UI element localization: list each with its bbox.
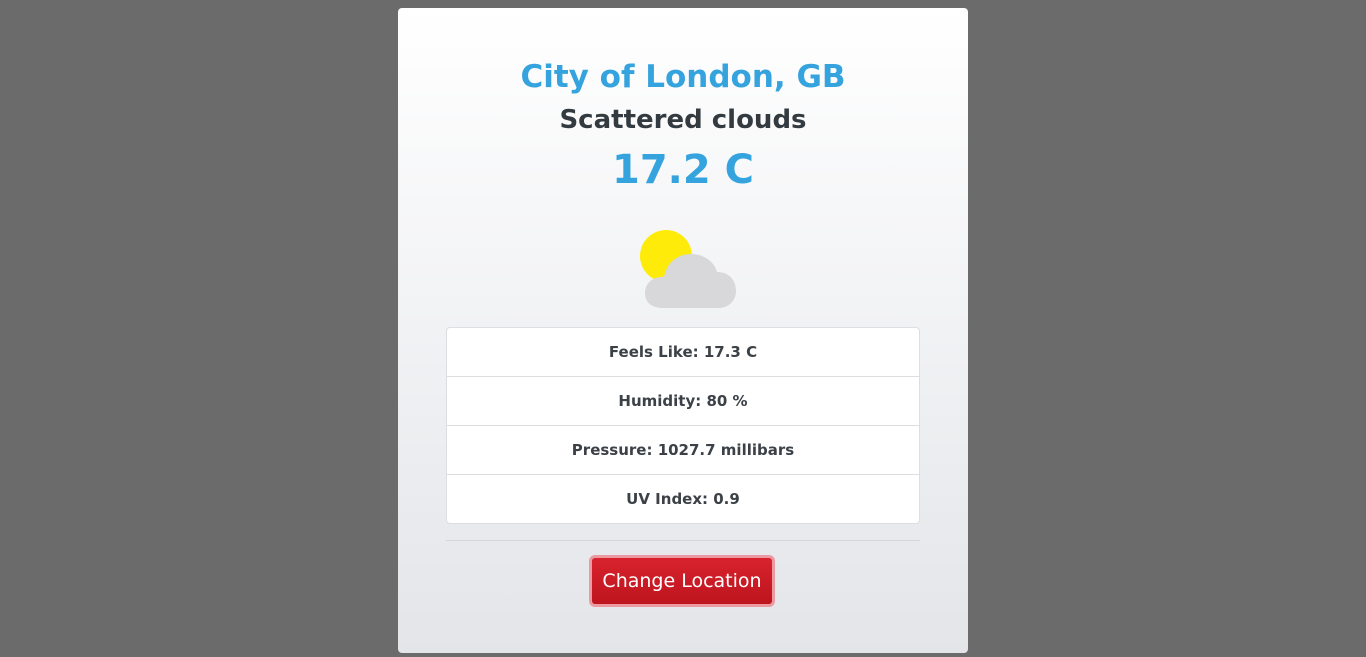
humidity-row: Humidity: 80 % — [447, 377, 919, 426]
temperature-value: 17.2 C — [612, 147, 754, 193]
location-title: City of London, GB — [520, 59, 846, 95]
pressure-row: Pressure: 1027.7 millibars — [447, 426, 919, 475]
feels-like-row: Feels Like: 17.3 C — [447, 328, 919, 377]
divider — [446, 540, 920, 541]
weather-details-list: Feels Like: 17.3 C Humidity: 80 % Pressu… — [446, 327, 920, 524]
change-location-button[interactable]: Change Location — [589, 555, 775, 607]
weather-card: City of London, GB Scattered clouds 17.2… — [398, 8, 968, 653]
weather-condition: Scattered clouds — [559, 105, 807, 135]
sun-behind-cloud-icon — [633, 220, 737, 312]
uv-index-row: UV Index: 0.9 — [626, 490, 740, 508]
